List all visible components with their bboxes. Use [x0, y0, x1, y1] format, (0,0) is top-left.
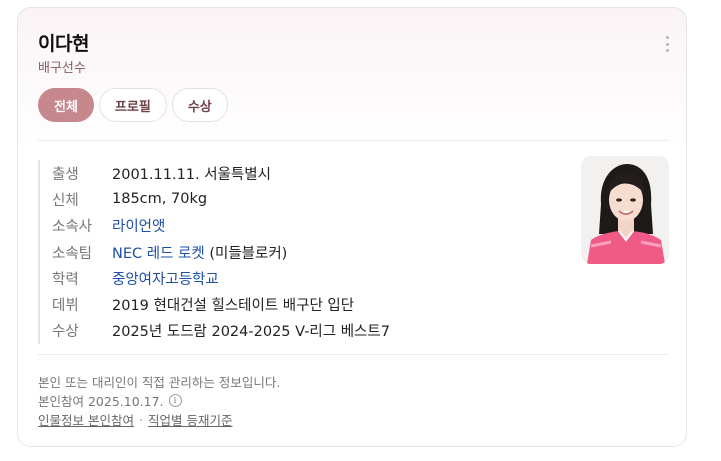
info-list: 출생 2001.11.11. 서울특별시 신체 185cm, 70kg 소속사 … — [38, 160, 440, 345]
more-vertical-icon[interactable] — [662, 36, 672, 52]
info-value: 2019 현대건설 힐스테이트 배구단 입단 — [112, 298, 355, 315]
info-row-body: 신체 185cm, 70kg — [40, 186, 440, 212]
profile-card: 이다현 배구선수 전체 프로필 수상 출생 2001.11.11. 서울특별시 … — [17, 7, 687, 447]
profile-category: 배구선수 — [38, 61, 86, 76]
info-label: 수상 — [52, 324, 79, 341]
participation-line: 본인참여 2025.10.17. i — [38, 391, 280, 410]
info-label: 데뷔 — [52, 298, 79, 315]
info-value: 2001.11.11. 서울특별시 — [112, 166, 271, 183]
tab-profile[interactable]: 프로필 — [98, 88, 167, 122]
listing-criteria-link[interactable]: 직업별 등재기준 — [148, 410, 232, 429]
tab-awards[interactable]: 수상 — [171, 88, 228, 122]
position-text: (미들블로커) — [204, 245, 288, 262]
info-value: 2025년 도드람 2024-2025 V-리그 베스트7 — [112, 324, 390, 341]
self-participation-link[interactable]: 인물정보 본인참여 — [38, 410, 134, 429]
info-label: 신체 — [52, 192, 79, 209]
profile-name[interactable]: 이다현 — [38, 29, 89, 56]
managed-notice: 본인 또는 대리인이 직접 관리하는 정보입니다. — [38, 375, 281, 390]
profile-photo-image — [581, 156, 669, 264]
info-value: 185cm, 70kg — [112, 191, 208, 208]
info-circle-icon[interactable]: i — [168, 394, 182, 407]
team-link[interactable]: NEC 레드 로켓 — [112, 246, 205, 262]
info-row-education: 학력 중앙여자고등학교 — [40, 265, 440, 291]
footer: 본인 또는 대리인이 직접 관리하는 정보입니다. 본인참여 2025.10.1… — [38, 372, 280, 429]
footer-links: 인물정보 본인참여 · 직업별 등재기준 — [38, 410, 280, 429]
divider — [38, 354, 668, 355]
info-row-debut: 데뷔 2019 현대건설 힐스테이트 배구단 입단 — [40, 291, 440, 317]
info-label: 출생 — [52, 166, 79, 183]
profile-photo[interactable] — [581, 156, 669, 264]
divider — [38, 140, 668, 141]
info-label: 학력 — [52, 271, 79, 288]
agency-link[interactable]: 라이언앳 — [112, 219, 165, 235]
info-row-agency: 소속사 라이언앳 — [40, 213, 440, 239]
school-link[interactable]: 중앙여자고등학교 — [112, 272, 219, 288]
info-row-team: 소속팀 NEC 레드 로켓 (미들블로커) — [40, 239, 440, 265]
info-label: 소속팀 — [52, 245, 93, 262]
separator: · — [138, 412, 143, 427]
tab-bar: 전체 프로필 수상 — [38, 88, 228, 122]
participation-date: 본인참여 2025.10.17. — [38, 394, 164, 409]
info-row-birth: 출생 2001.11.11. 서울특별시 — [40, 160, 440, 186]
tab-all[interactable]: 전체 — [38, 88, 94, 122]
info-row-awards: 수상 2025년 도드람 2024-2025 V-리그 베스트7 — [40, 318, 440, 344]
info-label: 소속사 — [52, 219, 93, 236]
